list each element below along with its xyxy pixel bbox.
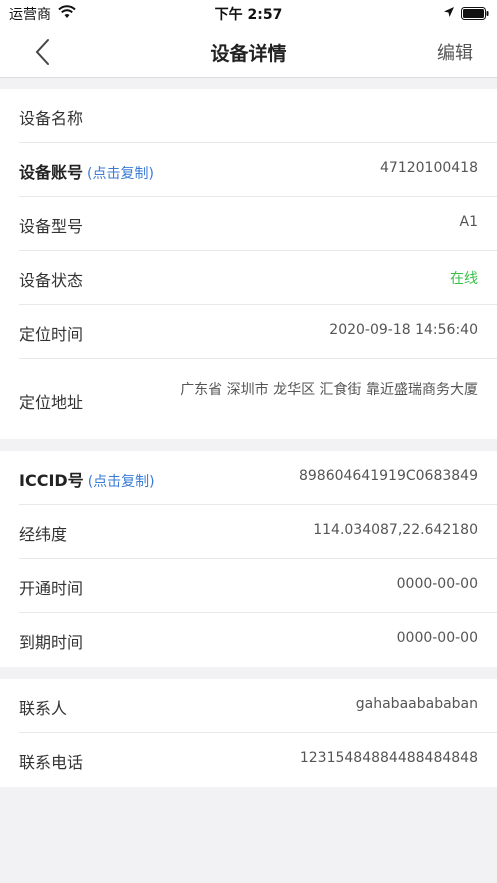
battery-icon (461, 7, 489, 24)
iccid-label: ICCID号 (19, 471, 84, 490)
device-account-row: 设备账号 (点击复制) 47120100418 (19, 143, 497, 197)
contact-info-group: 联系人 gahabaabababan 联系电话 1231548488448848… (0, 679, 497, 787)
coordinates-label: 经纬度 (19, 525, 68, 544)
location-time-row: 定位时间 2020-09-18 14:56:40 (19, 305, 497, 359)
copy-account-link[interactable]: (点击复制) (87, 166, 154, 182)
device-status-row: 设备状态 在线 (19, 251, 497, 305)
device-model-label: 设备型号 (19, 217, 84, 236)
device-name-row: 设备名称 (19, 89, 497, 143)
activation-time-row: 开通时间 0000-00-00 (19, 559, 497, 613)
location-arrow-icon (443, 6, 455, 22)
clock: 下午 2:57 (214, 7, 283, 23)
contact-phone-row: 联系电话 12315484884488484848 (19, 733, 497, 787)
device-account-label: 设备账号 (19, 163, 84, 182)
device-name-label: 设备名称 (19, 109, 84, 128)
expiry-time-value: 0000-00-00 (396, 630, 478, 646)
expiry-time-row: 到期时间 0000-00-00 (19, 613, 497, 667)
iccid-row: ICCID号 (点击复制) 898604641919C0683849 (19, 451, 497, 505)
contact-phone-label: 联系电话 (19, 753, 84, 772)
contact-name-value: gahabaabababan (355, 696, 478, 712)
coordinates-row: 经纬度 114.034087,22.642180 (19, 505, 497, 559)
status-badge: 在线 (450, 271, 478, 287)
device-account-value: 47120100418 (380, 160, 478, 176)
device-model-row: 设备型号 A1 (19, 197, 497, 251)
edit-button[interactable]: 编辑 (437, 39, 473, 65)
sim-info-group: ICCID号 (点击复制) 898604641919C0683849 经纬度 11… (0, 451, 497, 667)
location-address-value: 广东省 深圳市 龙华区 汇食街 靠近盛瑞商务大厦 (180, 382, 478, 398)
location-time-value: 2020-09-18 14:56:40 (329, 322, 478, 338)
device-info-group: 设备名称 设备账号 (点击复制) 47120100418 设备型号 A1 设备状态… (0, 89, 497, 439)
contact-name-label: 联系人 (19, 699, 68, 718)
location-time-label: 定位时间 (19, 325, 84, 344)
contact-phone-value: 12315484884488484848 (299, 750, 478, 766)
nav-bar: 设备详情 编辑 (0, 26, 497, 78)
device-status-label: 设备状态 (19, 271, 84, 290)
location-address-row: 定位地址 广东省 深圳市 龙华区 汇食街 靠近盛瑞商务大厦 (19, 359, 497, 439)
device-model-value: A1 (459, 214, 478, 230)
expiry-time-label: 到期时间 (19, 633, 84, 652)
coordinates-value: 114.034087,22.642180 (313, 522, 478, 538)
iccid-value: 898604641919C0683849 (298, 468, 478, 484)
status-bar: 运营商 下午 2:57 (0, 0, 497, 26)
location-address-label: 定位地址 (19, 393, 84, 412)
contact-name-row: 联系人 gahabaabababan (19, 679, 497, 733)
activation-time-value: 0000-00-00 (396, 576, 478, 592)
copy-iccid-link[interactable]: (点击复制) (88, 474, 155, 490)
activation-time-label: 开通时间 (19, 579, 84, 598)
page-title: 设备详情 (210, 43, 287, 65)
